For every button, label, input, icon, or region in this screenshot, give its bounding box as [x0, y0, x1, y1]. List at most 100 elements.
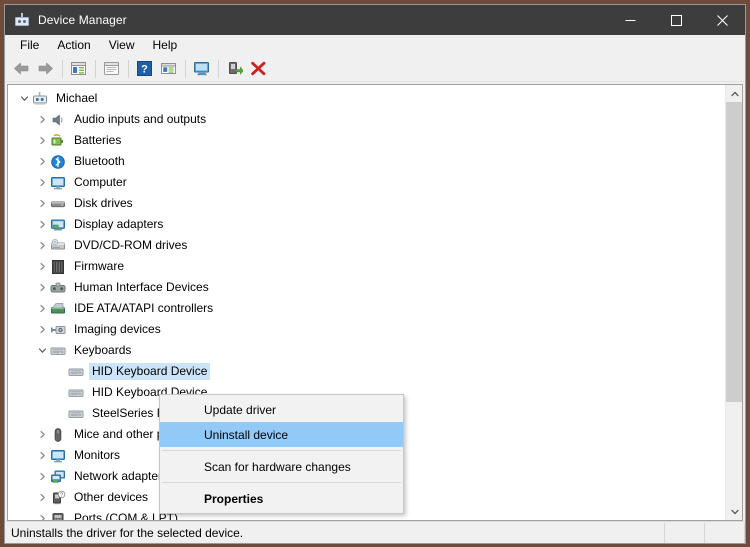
tree-item[interactable]: Disk drives	[8, 193, 725, 214]
battery-icon	[50, 133, 66, 149]
port-icon	[50, 511, 66, 520]
chevron-right-icon[interactable]	[34, 235, 50, 256]
tree-item[interactable]: Imaging devices	[8, 319, 725, 340]
chevron-right-icon[interactable]	[34, 424, 50, 445]
chevron-right-icon[interactable]	[34, 214, 50, 235]
chevron-right-icon[interactable]	[34, 445, 50, 466]
chevron-right-icon[interactable]	[34, 109, 50, 130]
svg-text:?: ?	[60, 492, 63, 498]
hid-icon	[50, 280, 66, 296]
enable-device-icon[interactable]	[223, 58, 246, 80]
tree-item-label: DVD/CD-ROM drives	[74, 238, 188, 252]
toolbar-separator-2	[95, 59, 96, 78]
bluetooth-icon	[50, 154, 66, 170]
tree-item[interactable]: Human Interface Devices	[8, 277, 725, 298]
window-controls	[607, 5, 745, 35]
menu-view[interactable]: View	[100, 36, 144, 56]
menu-file[interactable]: File	[11, 36, 48, 56]
minimize-button[interactable]	[607, 5, 653, 35]
status-bar: Uninstalls the driver for the selected d…	[5, 521, 745, 543]
context-menu-item-update-driver[interactable]: Update driver	[160, 397, 403, 422]
ide-controller-icon	[50, 301, 66, 317]
maximize-button[interactable]	[653, 5, 699, 35]
disk-drive-icon	[50, 196, 66, 212]
monitor-icon	[50, 448, 66, 464]
context-menu-item-properties[interactable]: Properties	[160, 486, 403, 511]
tree-item[interactable]: Audio inputs and outputs	[8, 109, 725, 130]
tree-item[interactable]: Firmware	[8, 256, 725, 277]
chevron-right-icon[interactable]	[34, 298, 50, 319]
menu-help[interactable]: Help	[144, 36, 187, 56]
tree-item-label: Michael	[56, 91, 98, 105]
tree-item[interactable]: IDE ATA/ATAPI controllers	[8, 298, 725, 319]
scroll-up-icon[interactable]	[726, 85, 742, 102]
uninstall-device-icon[interactable]	[247, 58, 270, 80]
chevron-right-icon[interactable]	[34, 466, 50, 487]
tree-item[interactable]: Bluetooth	[8, 151, 725, 172]
tree-item[interactable]: Display adapters	[8, 214, 725, 235]
toolbar-separator-5	[218, 59, 219, 78]
scan-for-hardware-changes-icon[interactable]	[190, 58, 213, 80]
chevron-right-icon[interactable]	[34, 130, 50, 151]
computer-root-icon	[32, 91, 48, 107]
monitor-icon	[50, 175, 66, 191]
chevron-right-icon[interactable]	[34, 172, 50, 193]
scrollbar-thumb[interactable]	[726, 102, 742, 402]
status-pane-3	[705, 522, 745, 543]
chevron-right-icon[interactable]	[34, 277, 50, 298]
properties-icon[interactable]	[100, 58, 123, 80]
menu-action[interactable]: Action	[48, 36, 99, 56]
show-hide-console-tree-icon[interactable]	[67, 58, 90, 80]
chevron-down-icon[interactable]	[34, 340, 50, 361]
keyboard-icon	[68, 364, 84, 380]
status-pane-2	[665, 522, 705, 543]
tree-item[interactable]: DVD/CD-ROM drives	[8, 235, 725, 256]
status-message: Uninstalls the driver for the selected d…	[5, 522, 665, 543]
vertical-scrollbar[interactable]	[725, 85, 742, 520]
tree-item-label: Computer	[74, 175, 127, 189]
tree-item-label: Other devices	[74, 490, 149, 504]
context-menu-item-uninstall-device[interactable]: Uninstall device	[160, 422, 403, 447]
device-tree-pane: Michael Audio inputs and outputs Batterie…	[7, 84, 743, 521]
scroll-down-icon[interactable]	[726, 503, 742, 520]
tree-item-label: Human Interface Devices	[74, 280, 209, 294]
help-icon[interactable]: ?	[133, 58, 156, 80]
context-menu-separator-2	[162, 482, 401, 483]
chevron-right-icon[interactable]	[34, 151, 50, 172]
device-manager-icon	[14, 12, 30, 28]
context-menu-item-scan-for-hardware-changes[interactable]: Scan for hardware changes	[160, 454, 403, 479]
forward-icon[interactable]	[34, 58, 57, 80]
close-button[interactable]	[699, 5, 745, 35]
tree-item[interactable]: Computer	[8, 172, 725, 193]
toolbar-separator-4	[185, 59, 186, 78]
tree-item-label: HID Keyboard Device	[92, 364, 208, 378]
tree-item-label: Display adapters	[74, 217, 164, 231]
chevron-right-icon[interactable]	[34, 319, 50, 340]
chevron-down-icon[interactable]	[16, 88, 32, 109]
toolbar-separator-3	[128, 59, 129, 78]
update-driver-icon[interactable]	[157, 58, 180, 80]
chevron-right-icon[interactable]	[34, 256, 50, 277]
tree-item[interactable]: Keyboards	[8, 340, 725, 361]
chevron-right-icon[interactable]	[34, 487, 50, 508]
tree-item-label: Imaging devices	[74, 322, 161, 336]
tree-item-label: Monitors	[74, 448, 121, 462]
tree-item[interactable]: HID Keyboard Device	[8, 361, 725, 382]
device-manager-window: Device Manager File Action View Help ? M…	[4, 4, 746, 544]
title-bar[interactable]: Device Manager	[5, 5, 745, 35]
tree-item-michael[interactable]: Michael	[8, 88, 725, 109]
tree-item-label: Bluetooth	[74, 154, 125, 168]
dvd-drive-icon	[50, 238, 66, 254]
speaker-icon	[50, 112, 66, 128]
tree-item-label: Firmware	[74, 259, 124, 273]
tree-item[interactable]: Batteries	[8, 130, 725, 151]
toolbar: ?	[5, 56, 745, 82]
chevron-right-icon[interactable]	[34, 193, 50, 214]
context-menu[interactable]: Update driver Uninstall device Scan for …	[159, 394, 404, 514]
chevron-right-icon[interactable]	[34, 508, 50, 520]
tree-item-label: Network adapters	[74, 469, 169, 483]
context-menu-separator-1	[162, 450, 401, 451]
back-icon[interactable]	[10, 58, 33, 80]
